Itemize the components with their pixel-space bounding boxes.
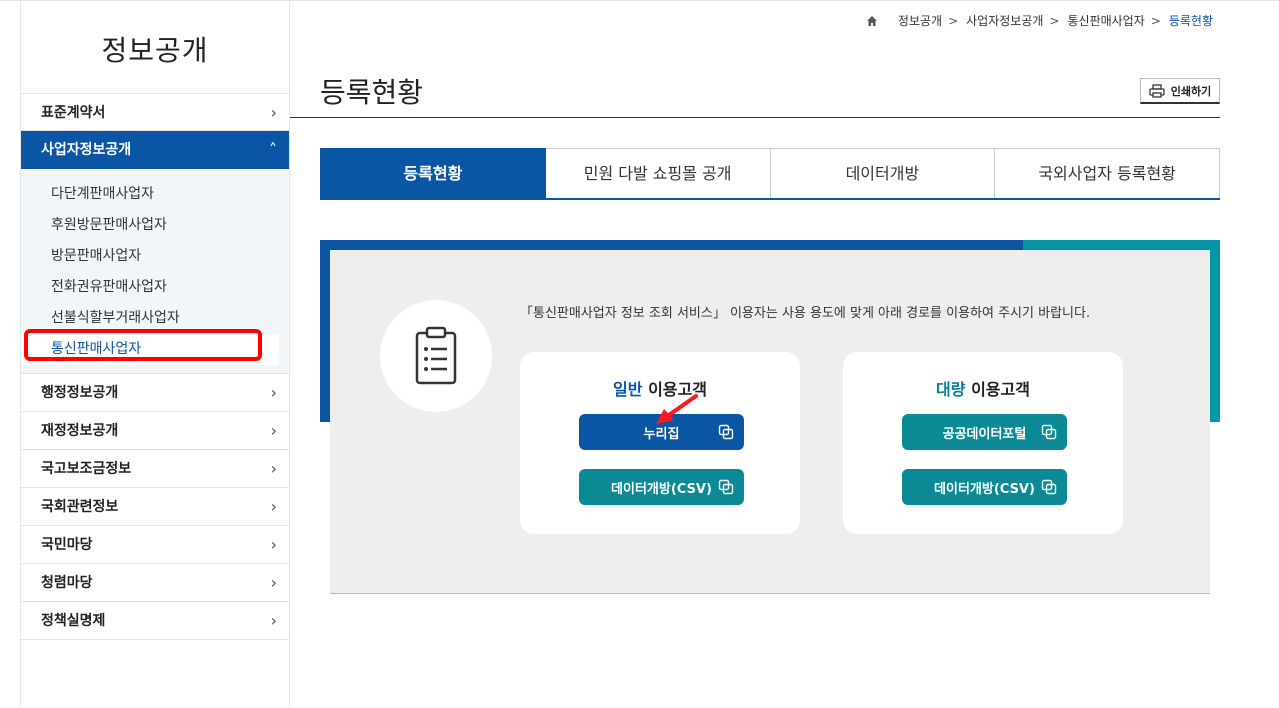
general-user-card: 일반 이용고객 누리집 데이터개방(CSV)	[520, 352, 800, 534]
tab-data-open[interactable]: 데이터개방	[770, 148, 996, 198]
card-title-rest: 이용고객	[965, 380, 1030, 399]
copy-icon	[718, 479, 734, 495]
chevron-right-icon: ›	[270, 611, 277, 630]
breadcrumb-item[interactable]: 통신판매사업자	[1067, 12, 1144, 29]
copy-icon	[1041, 479, 1057, 495]
sidebar-item[interactable]: 정책실명제 ›	[21, 602, 289, 640]
card-title: 대량 이용고객	[843, 376, 1123, 400]
copy-icon	[1041, 424, 1057, 440]
card-title-accent: 일반	[613, 380, 643, 399]
breadcrumb-separator: >	[1049, 13, 1060, 28]
card-title-accent: 대량	[936, 380, 966, 399]
sidebar-item-label: 행정정보공개	[41, 385, 119, 401]
tab-foreign-business[interactable]: 국외사업자 등록현황	[995, 148, 1220, 198]
print-label: 인쇄하기	[1170, 84, 1212, 98]
chevron-right-icon: ›	[270, 421, 277, 440]
sidebar-item[interactable]: 청렴마당 ›	[21, 564, 289, 602]
home-icon[interactable]	[866, 15, 878, 27]
button-label: 데이터개방(CSV)	[611, 481, 712, 497]
data-open-csv-button[interactable]: 데이터개방(CSV)	[579, 469, 744, 505]
chevron-right-icon: ›	[270, 103, 277, 122]
breadcrumb: 정보공개 > 사업자정보공개 > 통신판매사업자 > 등록현황	[866, 12, 1213, 29]
bulk-user-card: 대량 이용고객 공공데이터포털 데이터개방(CSV)	[843, 352, 1123, 534]
sidebar-item-label: 청렴마당	[41, 575, 93, 591]
printer-icon	[1149, 83, 1165, 98]
sidebar-item-label: 표준계약서	[41, 105, 106, 121]
chevron-up-icon: ˄	[269, 140, 277, 159]
public-data-portal-button[interactable]: 공공데이터포털	[902, 414, 1067, 450]
breadcrumb-item-current: 등록현황	[1168, 14, 1213, 28]
tab-registration-status[interactable]: 등록현황	[320, 148, 546, 198]
sidebar-item[interactable]: 국민마당 ›	[21, 526, 289, 564]
sidebar-item-standard-contract[interactable]: 표준계약서 ›	[21, 93, 289, 131]
sidebar-item[interactable]: 재정정보공개 ›	[21, 412, 289, 450]
submenu-item[interactable]: 후원방문판매사업자	[21, 210, 289, 241]
data-open-csv-button[interactable]: 데이터개방(CSV)	[902, 469, 1067, 505]
title-divider	[290, 117, 1220, 118]
copy-icon	[718, 424, 734, 440]
page-title: 등록현황	[320, 76, 424, 109]
sidebar-item[interactable]: 행정정보공개 ›	[21, 374, 289, 412]
breadcrumb-item[interactable]: 정보공개	[898, 12, 942, 29]
highlight-annotation	[24, 329, 262, 361]
sidebar-item[interactable]: 국회관련정보 ›	[21, 488, 289, 526]
sidebar-item-label: 재정정보공개	[41, 423, 119, 439]
tab-complaint-malls[interactable]: 민원 다발 쇼핑몰 공개	[545, 148, 771, 198]
chevron-right-icon: ›	[270, 497, 277, 516]
chevron-right-icon: ›	[270, 573, 277, 592]
submenu-item[interactable]: 방문판매사업자	[21, 241, 289, 272]
button-label: 공공데이터포털	[942, 426, 1027, 442]
page: 정보공개 표준계약서 › 사업자정보공개 ˄ 다단계판매사업자 후원방문판매사업…	[0, 0, 1279, 708]
tab-bar: 등록현황 민원 다발 쇼핑몰 공개 데이터개방 국외사업자 등록현황	[320, 148, 1220, 200]
service-panel: 「통신판매사업자 정보 조회 서비스」 이용자는 사용 용도에 맞게 아래 경로…	[330, 250, 1210, 594]
button-label: 데이터개방(CSV)	[934, 481, 1035, 497]
breadcrumb-separator: >	[1150, 13, 1161, 28]
clipboard-icon	[415, 326, 457, 385]
arrow-annotation-icon	[656, 394, 698, 424]
service-intro-text: 「통신판매사업자 정보 조회 서비스」 이용자는 사용 용도에 맞게 아래 경로…	[520, 306, 1091, 321]
clipboard-icon-circle	[380, 300, 492, 412]
sidebar-title: 정보공개	[101, 34, 209, 67]
sidebar-item-label: 사업자정보공개	[41, 142, 132, 158]
chevron-right-icon: ›	[270, 383, 277, 402]
sidebar-item-label: 국고보조금정보	[41, 461, 132, 477]
sidebar-item[interactable]: 국고보조금정보 ›	[21, 450, 289, 488]
submenu-item[interactable]: 전화권유판매사업자	[21, 272, 289, 303]
print-button[interactable]: 인쇄하기	[1140, 78, 1220, 104]
sidebar-item-label: 정책실명제	[41, 613, 106, 629]
sidebar-item-label: 국민마당	[41, 537, 93, 553]
breadcrumb-item[interactable]: 사업자정보공개	[966, 12, 1043, 29]
sidebar-item-business-info[interactable]: 사업자정보공개 ˄	[21, 131, 289, 169]
chevron-right-icon: ›	[270, 535, 277, 554]
submenu-item[interactable]: 다단계판매사업자	[21, 179, 289, 210]
breadcrumb-separator: >	[948, 13, 959, 28]
button-label: 누리집	[643, 426, 680, 442]
chevron-right-icon: ›	[270, 459, 277, 478]
sidebar-item-label: 국회관련정보	[41, 499, 119, 515]
